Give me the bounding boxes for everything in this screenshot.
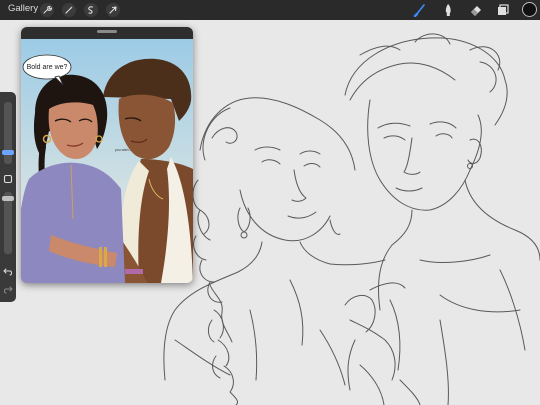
smudge-icon[interactable] bbox=[440, 2, 456, 18]
reference-window[interactable]: Bold are we? you wish... bbox=[21, 27, 193, 283]
brush-icon[interactable] bbox=[412, 2, 428, 18]
color-swatch[interactable] bbox=[522, 2, 537, 17]
brush-size-knob[interactable] bbox=[2, 150, 14, 155]
left-sidebar bbox=[0, 92, 16, 302]
wrench-icon[interactable] bbox=[40, 3, 54, 17]
magic-wand-icon[interactable] bbox=[62, 3, 76, 17]
small-caption-text: you wish... bbox=[115, 148, 132, 152]
reference-window-grab-handle[interactable] bbox=[97, 30, 117, 33]
top-toolbar: Gallery bbox=[0, 0, 540, 20]
opacity-slider[interactable] bbox=[4, 192, 12, 254]
layers-icon[interactable] bbox=[495, 2, 511, 18]
opacity-knob[interactable] bbox=[2, 196, 14, 201]
procreate-app: Gallery Bold are we? you wish... bbox=[0, 0, 540, 405]
modify-square-icon[interactable] bbox=[3, 174, 13, 184]
eraser-icon[interactable] bbox=[468, 2, 484, 18]
redo-icon[interactable] bbox=[3, 284, 13, 294]
gallery-button[interactable]: Gallery bbox=[8, 3, 38, 14]
reference-illustration: Bold are we? you wish... bbox=[21, 39, 193, 283]
undo-icon[interactable] bbox=[3, 266, 13, 276]
selection-icon[interactable] bbox=[84, 3, 98, 17]
transform-arrow-icon[interactable] bbox=[106, 3, 120, 17]
speech-bubble-text: Bold are we? bbox=[27, 64, 68, 71]
